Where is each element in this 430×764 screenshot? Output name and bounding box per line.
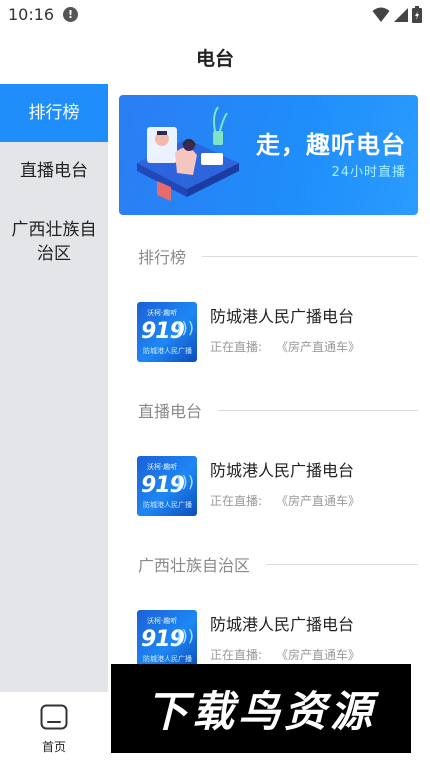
sidebar-item-ranking[interactable]: 排行榜: [0, 84, 108, 142]
watermark-overlay: 下载鸟资源: [111, 664, 411, 753]
station-card[interactable]: 沃柯·趣听 919 ))) 防城港人民广播 防城港人民广播电台 正在直播: 《房产…: [137, 610, 417, 670]
banner-title: 走，趣听电台: [256, 131, 406, 159]
station-card[interactable]: 沃柯·趣听 919 ))) 防城港人民广播 防城港人民广播电台 正在直播: 《房产…: [137, 302, 417, 362]
watermark-text: 下载鸟资源: [145, 687, 376, 736]
station-card[interactable]: 沃柯·趣听 919 ))) 防城港人民广播 防城港人民广播电台 正在直播: 《房产…: [137, 456, 417, 516]
station-name: 防城港人民广播电台: [210, 461, 355, 480]
section-header-guangxi: 广西壮族自治区: [138, 552, 418, 576]
status-time: 10:16: [8, 5, 55, 24]
live-status: 正在直播: 《房产直通车》: [210, 494, 361, 508]
station-name: 防城港人民广播电台: [210, 307, 355, 326]
sidebar-item-label: 直播电台: [20, 161, 88, 181]
page-title: 电台: [195, 48, 234, 70]
live-status: 正在直播: 《房产直通车》: [210, 648, 361, 662]
home-icon: [40, 704, 68, 730]
bottom-nav: 首页: [0, 692, 108, 764]
station-info: 防城港人民广播电台 正在直播: 《房产直通车》: [210, 302, 360, 355]
station-info: 防城港人民广播电台 正在直播: 《房产直通车》: [210, 610, 360, 663]
section-label: 直播电台: [138, 402, 203, 421]
live-status: 正在直播: 《房产直通车》: [210, 340, 361, 354]
section-header-ranking: 排行榜: [138, 244, 418, 268]
section-label: 广西壮族自治区: [138, 556, 251, 575]
promo-banner[interactable]: 走，趣听电台 24小时直播: [119, 95, 418, 215]
program-name: 《房产直通车》: [276, 648, 361, 662]
status-bar: 10:16 !: [0, 0, 430, 30]
section-divider: [218, 409, 418, 411]
sidebar-item-label: 广西壮族自治区: [11, 220, 97, 264]
station-logo: 沃柯·趣听 919 ))) 防城港人民广播: [137, 610, 197, 670]
alert-icon: !: [63, 7, 78, 22]
status-icons: [372, 6, 422, 23]
sidebar: 排行榜 直播电台 广西壮族自治区: [0, 84, 108, 692]
sidebar-item-guangxi[interactable]: 广西壮族自治区: [0, 200, 108, 284]
nav-label-home: 首页: [41, 740, 66, 754]
section-header-live-radio: 直播电台: [138, 398, 418, 422]
sidebar-item-live-radio[interactable]: 直播电台: [0, 142, 108, 200]
program-name: 《房产直通车》: [276, 340, 361, 354]
program-name: 《房产直通车》: [276, 494, 361, 508]
battery-icon: [412, 6, 422, 23]
station-info: 防城港人民广播电台 正在直播: 《房产直通车》: [210, 456, 360, 509]
station-logo: 沃柯·趣听 919 ))) 防城港人民广播: [137, 456, 197, 516]
signal-wave-icon: ))): [175, 626, 194, 645]
main-content: 走，趣听电台 24小时直播 排行榜 沃柯·趣听 919 ))) 防城港人民广播 …: [108, 84, 430, 692]
banner-subtitle: 24小时直播: [331, 165, 406, 180]
signal-icon: [394, 7, 408, 22]
signal-wave-icon: ))): [175, 318, 194, 337]
section-label: 排行榜: [138, 248, 187, 267]
radio-listener-illustration: [137, 106, 239, 201]
signal-wave-icon: ))): [175, 472, 194, 491]
section-divider: [266, 563, 418, 565]
station-logo: 沃柯·趣听 919 ))) 防城港人民广播: [137, 302, 197, 362]
station-name: 防城港人民广播电台: [210, 615, 355, 634]
wifi-icon: [372, 7, 390, 22]
sidebar-item-label: 排行榜: [28, 103, 80, 123]
section-divider: [202, 255, 418, 257]
